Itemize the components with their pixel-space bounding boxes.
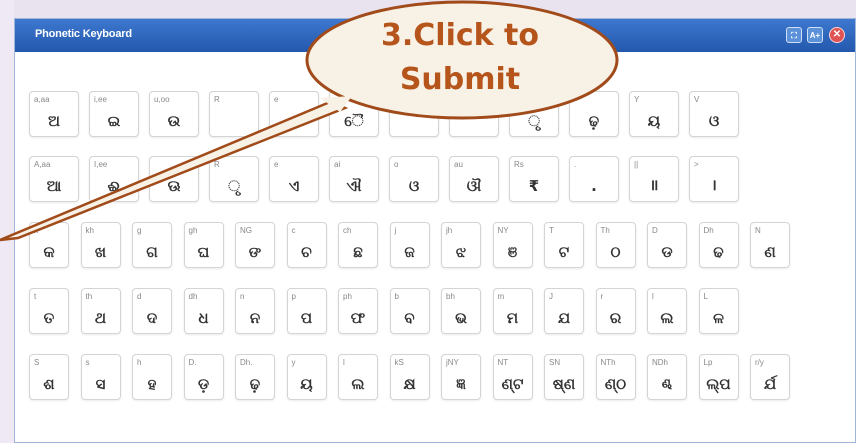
callout-text: 3.Click to Submit <box>328 14 592 102</box>
callout-line-1: 3.Click to <box>381 18 539 53</box>
callout-line-2: Submit <box>399 62 521 97</box>
